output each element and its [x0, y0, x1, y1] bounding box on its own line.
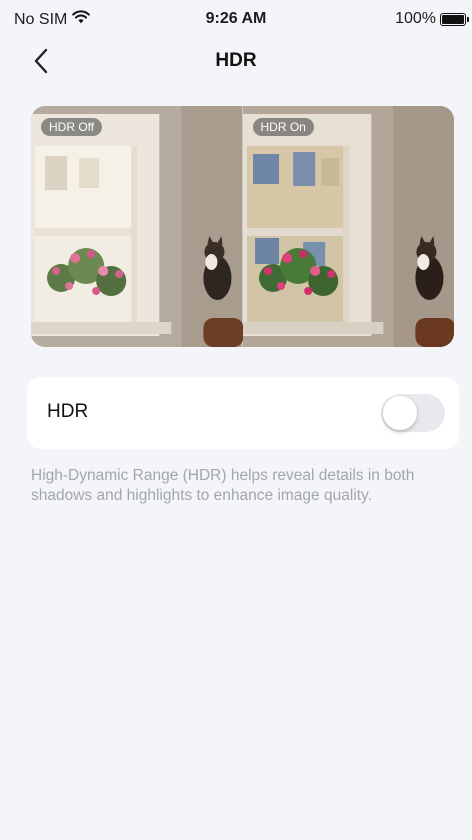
hdr-off-preview: HDR Off	[31, 106, 243, 347]
hdr-preview-image: HDR Off HDR On	[31, 106, 454, 347]
hdr-on-photo	[242, 106, 454, 347]
nav-bar: HDR	[0, 40, 472, 82]
hdr-toggle[interactable]	[381, 394, 445, 432]
hdr-on-preview: HDR On	[242, 106, 454, 347]
toggle-knob	[383, 396, 417, 430]
hdr-off-photo	[31, 106, 243, 347]
hdr-off-badge: HDR Off	[41, 118, 103, 136]
status-right: 100%	[395, 10, 469, 28]
hdr-setting-row: HDR	[27, 377, 459, 449]
battery-percent: 100%	[395, 10, 436, 27]
hdr-setting-label: HDR	[47, 401, 89, 422]
hdr-description: High-Dynamic Range (HDR) helps reveal de…	[31, 467, 415, 504]
battery-fill	[442, 14, 464, 24]
status-bar: No SIM 9:26 AM 100%	[0, 0, 472, 40]
hdr-on-badge: HDR On	[252, 118, 314, 136]
page-title: HDR	[215, 50, 257, 71]
battery-icon	[440, 12, 469, 26]
